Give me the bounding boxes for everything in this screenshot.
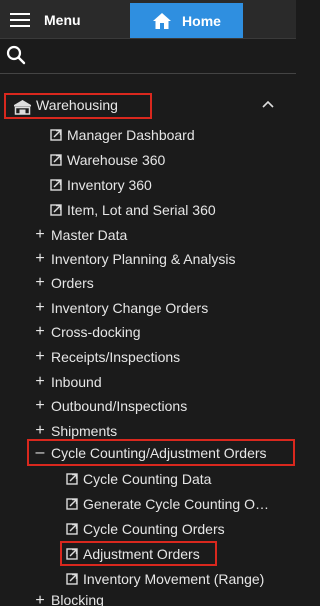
minus-icon: – [35, 444, 45, 461]
plus-icon: + [35, 250, 45, 267]
external-link-icon [50, 129, 62, 141]
group-shipments[interactable]: + Shipments [32, 420, 117, 442]
group-label: Master Data [51, 227, 128, 243]
group-label: Shipments [51, 423, 118, 439]
nav-link-label: Adjustment Orders [83, 546, 200, 562]
plus-icon: + [35, 373, 45, 390]
group-blocking[interactable]: + Blocking [32, 592, 104, 606]
external-link-icon [66, 573, 78, 585]
group-inventory-change-orders[interactable]: + Inventory Change Orders [32, 297, 208, 319]
group-label: Blocking [51, 592, 104, 606]
group-orders[interactable]: + Orders [32, 272, 94, 294]
external-link-icon [50, 204, 62, 216]
group-cross-docking[interactable]: + Cross-docking [32, 321, 140, 343]
chevron-up-icon[interactable] [262, 100, 274, 108]
warehouse-icon [14, 100, 31, 115]
external-link-icon [66, 473, 78, 485]
hamburger-icon [10, 13, 30, 27]
nav-link-label: Item, Lot and Serial 360 [67, 202, 216, 218]
group-label: Receipts/Inspections [51, 349, 181, 365]
nav-link-adjustment-orders[interactable]: Adjustment Orders [66, 543, 200, 565]
section-label: Warehousing [36, 97, 118, 113]
group-receipts-inspections[interactable]: + Receipts/Inspections [32, 346, 180, 368]
external-link-icon [66, 523, 78, 535]
external-link-icon [66, 548, 78, 560]
nav-link-cycle-counting-orders[interactable]: Cycle Counting Orders [66, 518, 225, 540]
plus-icon: + [35, 592, 45, 606]
plus-icon: + [35, 422, 45, 439]
nav-link-warehouse-360[interactable]: Warehouse 360 [50, 149, 165, 171]
search-bar [0, 39, 296, 74]
group-outbound-inspections[interactable]: + Outbound/Inspections [32, 395, 187, 417]
group-label: Inventory Planning & Analysis [51, 251, 236, 267]
home-tab[interactable]: Home [130, 3, 243, 38]
plus-icon: + [35, 274, 45, 291]
nav-link-item-lot-serial-360[interactable]: Item, Lot and Serial 360 [50, 199, 216, 221]
external-link-icon [50, 179, 62, 191]
home-label: Home [182, 12, 221, 29]
group-inventory-planning[interactable]: + Inventory Planning & Analysis [32, 248, 235, 270]
external-link-icon [66, 498, 78, 510]
plus-icon: + [35, 226, 45, 243]
plus-icon: + [35, 348, 45, 365]
group-label: Cycle Counting/Adjustment Orders [51, 445, 267, 461]
section-warehousing[interactable]: Warehousing [0, 92, 296, 126]
nav-link-label: Manager Dashboard [67, 127, 195, 143]
nav-link-label: Cycle Counting Orders [83, 521, 225, 537]
nav-link-label: Inventory Movement (Range) [83, 571, 265, 587]
top-bar: Menu Home [0, 0, 296, 39]
nav-link-label: Generate Cycle Counting O… [83, 496, 269, 512]
group-label: Inventory Change Orders [51, 300, 209, 316]
group-master-data[interactable]: + Master Data [32, 224, 127, 246]
nav-link-label: Inventory 360 [67, 177, 152, 193]
menu-button[interactable]: Menu [10, 8, 81, 32]
nav-link-inventory-movement[interactable]: Inventory Movement (Range) [66, 568, 264, 590]
plus-icon: + [35, 323, 45, 340]
group-label: Inbound [51, 374, 102, 390]
plus-icon: + [35, 299, 45, 316]
nav-link-label: Cycle Counting Data [83, 471, 212, 487]
home-icon [153, 12, 172, 29]
group-inbound[interactable]: + Inbound [32, 371, 102, 393]
group-label: Outbound/Inspections [51, 398, 188, 414]
external-link-icon [50, 154, 62, 166]
nav-link-inventory-360[interactable]: Inventory 360 [50, 174, 152, 196]
menu-label: Menu [44, 12, 81, 28]
nav-link-generate-cycle-counting[interactable]: Generate Cycle Counting O… [66, 493, 269, 515]
group-cycle-counting[interactable]: – Cycle Counting/Adjustment Orders [32, 442, 267, 464]
search-icon[interactable] [6, 45, 26, 65]
plus-icon: + [35, 397, 45, 414]
search-input[interactable] [32, 43, 292, 69]
group-label: Orders [51, 275, 94, 291]
nav-link-label: Warehouse 360 [67, 152, 166, 168]
nav-link-manager-dashboard[interactable]: Manager Dashboard [50, 124, 195, 146]
group-label: Cross-docking [51, 324, 141, 340]
nav-link-cycle-counting-data[interactable]: Cycle Counting Data [66, 468, 211, 490]
